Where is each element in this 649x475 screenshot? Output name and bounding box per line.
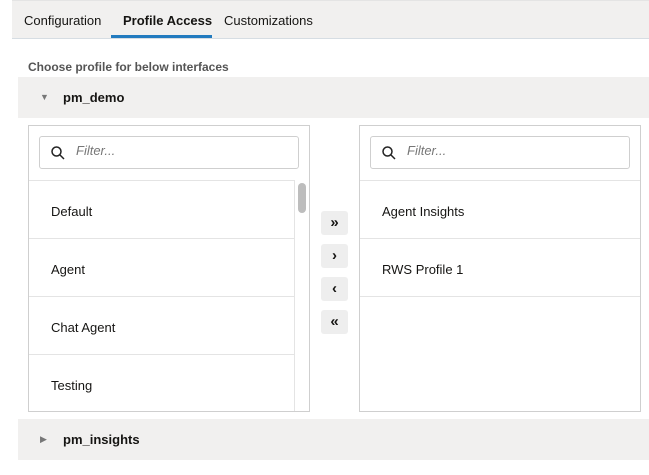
list-item[interactable]: Default	[29, 181, 294, 239]
move-right-button[interactable]: ›	[321, 244, 348, 268]
search-icon	[51, 146, 65, 160]
list-item[interactable]: Testing	[29, 355, 294, 411]
accordion-title: pm_demo	[63, 90, 125, 105]
active-tab-indicator	[111, 35, 212, 38]
accordion-title: pm_insights	[63, 432, 140, 447]
selected-filter[interactable]	[370, 136, 630, 169]
search-icon	[382, 146, 396, 160]
accordion-pm-insights[interactable]: ▶ pm_insights	[18, 419, 649, 460]
tab-customizations[interactable]: Customizations	[224, 13, 313, 28]
list-item[interactable]: Chat Agent	[29, 297, 294, 355]
selected-filter-input[interactable]	[407, 143, 587, 158]
caret-right-icon: ▶	[40, 434, 47, 444]
section-label: Choose profile for below interfaces	[28, 60, 229, 74]
list-item[interactable]: RWS Profile 1	[360, 239, 640, 297]
tab-bar: Configuration Profile Access Customizati…	[12, 0, 649, 39]
scrollbar-thumb[interactable]	[298, 183, 306, 213]
tab-configuration[interactable]: Configuration	[24, 13, 101, 28]
available-filter[interactable]	[39, 136, 299, 169]
available-filter-input[interactable]	[76, 143, 256, 158]
move-left-button[interactable]: ‹	[321, 277, 348, 301]
move-all-left-button[interactable]: «	[321, 310, 348, 334]
caret-down-icon: ▼	[40, 92, 49, 102]
tab-profile-access[interactable]: Profile Access	[123, 13, 212, 28]
list-item[interactable]: Agent	[29, 239, 294, 297]
move-all-right-button[interactable]: »	[321, 211, 348, 235]
accordion-pm-demo[interactable]: ▼ pm_demo	[18, 77, 649, 118]
available-list: Default Agent Chat Agent Testing	[28, 125, 310, 412]
scrollbar[interactable]	[294, 180, 309, 411]
selected-list: Agent Insights RWS Profile 1	[359, 125, 641, 412]
list-item[interactable]: Agent Insights	[360, 181, 640, 239]
